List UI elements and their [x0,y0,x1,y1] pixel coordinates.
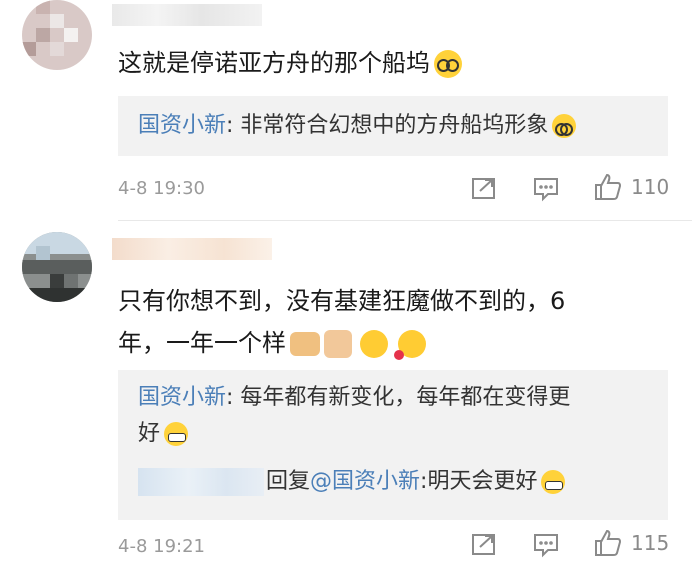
reply-box[interactable]: 国资小新: 非常符合幻想中的方舟船坞形象 [118,96,668,156]
username[interactable] [112,4,262,26]
share-button[interactable] [470,530,498,558]
comment-item: 这就是停诺亚方舟的那个船坞 国资小新: 非常符合幻想中的方舟船坞形象 4-8 1… [0,0,692,220]
reply-item: 国资小新: 非常符合幻想中的方舟船坞形象 [138,110,577,142]
glasses-emoji-icon [434,50,462,78]
divider [118,220,692,221]
comment-button[interactable] [532,530,560,558]
kissing-heart-emoji-icon [394,330,426,360]
avatar[interactable] [22,0,92,70]
like-count: 110 [631,175,670,199]
reply-author-link[interactable]: 国资小新 [138,113,226,138]
share-button[interactable] [470,174,498,202]
glasses-emoji-icon [552,114,577,138]
reply-author-link[interactable]: 国资小新 [138,385,226,410]
reply-item: 回复@国资小新:明天会更好 [138,466,566,498]
grinning-face-emoji-icon [541,470,566,494]
username[interactable] [112,238,272,260]
thumbs-up-emoji-icon [324,330,352,358]
flexed-biceps-emoji-icon [290,332,320,356]
comment-time: 4-8 19:21 [118,536,205,557]
comment-text: 这就是停诺亚方舟的那个船坞 [118,46,462,80]
mention-link[interactable]: @国资小新 [310,469,420,494]
comment-icon [534,178,558,202]
reply-text: 非常符合幻想中的方舟船坞形象 [240,113,549,138]
like-button[interactable]: 110 [593,172,669,202]
hugging-face-emoji-icon [360,330,388,358]
reply-item: 国资小新: 每年都有新变化，每年都在变得更 好 [138,385,571,446]
share-icon [472,534,495,555]
comment-button[interactable] [532,174,560,202]
comment-item: 只有你想不到，没有基建狂魔做不到的，6 年，一年一个样 国资小新: 每年都有新变… [0,232,692,567]
comment-text: 只有你想不到，没有基建狂魔做不到的，6 年，一年一个样 [118,287,566,360]
avatar[interactable] [22,232,92,302]
comment-icon [534,534,558,558]
share-icon [472,178,495,199]
reply-box[interactable]: 国资小新: 每年都有新变化，每年都在变得更 好 回复@国资小新:明天会更好 [118,370,668,520]
grinning-face-emoji-icon [164,422,189,446]
like-count: 115 [631,531,670,555]
thumbs-up-icon [595,529,622,556]
reply-username[interactable] [138,468,264,496]
thumbs-up-icon [595,173,622,200]
comment-time: 4-8 19:30 [118,178,205,199]
like-button[interactable]: 115 [593,528,669,558]
